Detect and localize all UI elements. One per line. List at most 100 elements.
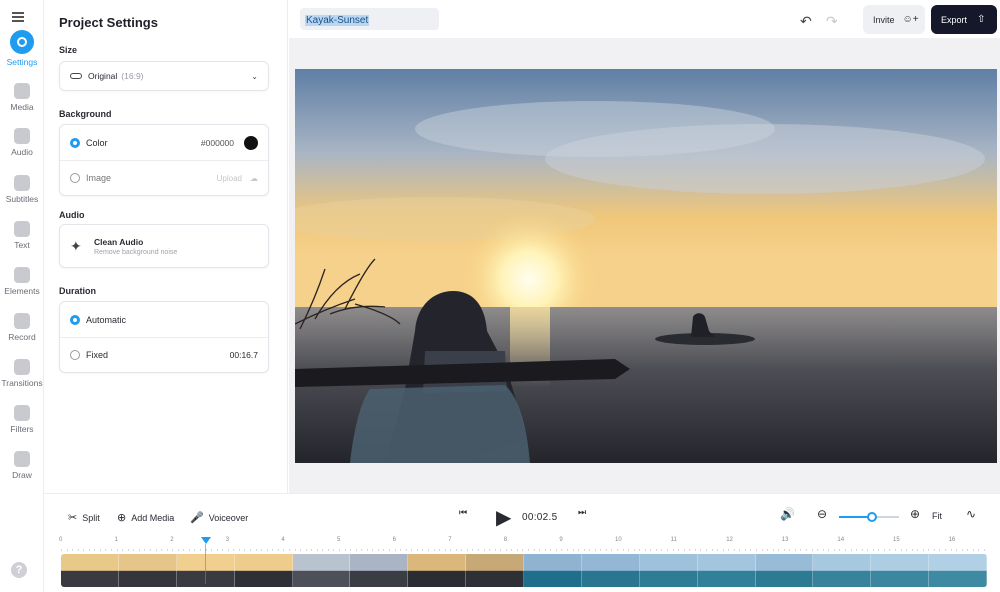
ruler-tick — [439, 549, 441, 551]
skip-forward-icon[interactable]: ⏭ — [578, 507, 586, 518]
rail-item-media[interactable]: Media — [0, 83, 44, 112]
ruler-tick — [172, 549, 174, 551]
ruler-tick — [377, 549, 379, 551]
ruler-tick — [99, 549, 101, 551]
ruler-tick — [872, 549, 874, 551]
background-color-option[interactable]: Color #000000 — [60, 125, 268, 160]
background-section-title: Background — [59, 109, 112, 119]
background-image-option[interactable]: Image Upload ☁ — [60, 160, 268, 195]
video-track[interactable] — [61, 554, 987, 587]
rail-item-draw[interactable]: Draw — [0, 451, 44, 480]
video-preview[interactable] — [295, 69, 997, 463]
ruler-tick — [895, 549, 896, 551]
cloud-upload-icon: ☁ — [250, 173, 258, 183]
duration-automatic-option[interactable]: Automatic — [60, 302, 268, 337]
image-radio[interactable] — [70, 173, 80, 183]
rail-item-label: Record — [8, 332, 36, 342]
timeline-thumbnail — [871, 554, 930, 587]
play-icon[interactable]: ▶ — [496, 505, 511, 530]
ruler-tick — [839, 549, 841, 551]
rail-item-filters[interactable]: Filters — [0, 405, 44, 434]
ruler-tick — [800, 549, 802, 551]
color-picker-swatch[interactable] — [244, 135, 258, 150]
ruler-tick — [906, 549, 908, 551]
timeline-thumbnail — [118, 554, 177, 587]
ruler-tick — [177, 549, 179, 551]
ruler-tick — [238, 549, 240, 551]
undo-icon[interactable]: ↶ — [800, 13, 812, 30]
playhead[interactable] — [200, 537, 211, 584]
rail-item-transitions[interactable]: Transitions — [0, 359, 44, 388]
ruler-tick — [111, 549, 113, 551]
timeline-thumbnail — [466, 554, 524, 587]
zoom-slider[interactable] — [839, 512, 899, 522]
ruler-tick — [722, 549, 724, 551]
zoom-in-icon[interactable]: ⊕ — [910, 507, 920, 521]
upload-link[interactable]: Upload — [217, 174, 242, 183]
ruler-tick — [694, 549, 696, 551]
ruler-tick — [427, 549, 429, 551]
hamburger-menu-icon[interactable] — [12, 12, 24, 22]
automatic-label: Automatic — [86, 314, 127, 325]
split-button[interactable]: ✂ Split — [68, 511, 100, 524]
rail-item-settings[interactable]: Settings — [0, 30, 44, 67]
settings-icon — [10, 30, 34, 54]
ruler-tick — [806, 549, 808, 551]
voiceover-button[interactable]: 🎤 Voiceover — [190, 511, 248, 524]
ruler-tick — [811, 549, 813, 551]
fixed-radio[interactable] — [70, 350, 80, 360]
ruler-tick — [333, 549, 335, 551]
export-button[interactable]: Export ⇧ — [931, 5, 997, 34]
rail-item-label: Subtitles — [5, 194, 39, 204]
color-label: Color — [86, 137, 108, 148]
add-media-button[interactable]: ⊕ Add Media — [117, 511, 174, 524]
fit-button[interactable]: Fit — [932, 511, 942, 521]
waveform-icon[interactable]: ∿ — [966, 507, 976, 521]
project-name-input[interactable]: Kayak-Sunset — [300, 8, 439, 30]
volume-icon[interactable]: 🔊 — [780, 507, 795, 521]
ruler-tick — [233, 549, 235, 551]
size-value: Original — [88, 71, 118, 81]
rail-item-subtitles[interactable]: Subtitles — [0, 175, 44, 204]
size-select[interactable]: Original (16:9) ⌄ — [59, 61, 269, 91]
ruler-tick — [650, 549, 652, 551]
ruler-tick — [683, 549, 685, 551]
rail-item-record[interactable]: Record — [0, 313, 44, 342]
rail-item-audio[interactable]: Audio — [0, 128, 44, 157]
help-icon[interactable]: ? — [11, 562, 27, 578]
project-settings-panel: Project Settings Size Original (16:9) ⌄ … — [44, 0, 288, 493]
rail-item-elements[interactable]: Elements — [0, 267, 44, 296]
ruler-tick — [94, 549, 96, 551]
ruler-tick — [405, 549, 407, 551]
ruler-tick — [461, 549, 463, 551]
ruler-tick — [678, 549, 680, 551]
ruler-tick — [828, 549, 830, 551]
duration-section-title: Duration — [59, 286, 96, 296]
duration-fixed-option[interactable]: Fixed 00:16.7 — [60, 337, 268, 372]
ruler-tick — [322, 549, 324, 551]
timeline-thumbnail — [61, 554, 119, 587]
ruler-tick — [227, 549, 229, 551]
color-radio[interactable] — [70, 137, 80, 148]
fixed-duration-value[interactable]: 00:16.7 — [230, 350, 258, 360]
ruler-tick — [667, 549, 669, 551]
ruler-label: 2 — [170, 537, 174, 543]
ruler-tick — [922, 549, 924, 551]
upload-icon: ⇧ — [977, 14, 986, 25]
ruler-tick — [144, 549, 146, 551]
chevron-down-icon: ⌄ — [251, 71, 258, 81]
ruler-tick — [717, 549, 719, 551]
ruler-tick — [528, 549, 530, 551]
skip-back-icon[interactable]: ⏮ — [459, 507, 467, 518]
zoom-out-icon[interactable]: ⊖ — [817, 507, 827, 521]
invite-button[interactable]: Invite ☺+ — [863, 5, 925, 34]
ruler-tick — [783, 549, 785, 551]
ruler-tick — [288, 549, 290, 551]
ruler-tick — [400, 549, 402, 551]
redo-icon[interactable]: ↷ — [826, 13, 838, 30]
zoom-slider-handle[interactable] — [867, 512, 877, 522]
rail-item-text[interactable]: Text — [0, 221, 44, 250]
clean-audio-button[interactable]: ✦ Clean Audio Remove background noise — [59, 224, 269, 268]
ruler-tick — [383, 549, 385, 551]
automatic-radio[interactable] — [70, 314, 80, 325]
